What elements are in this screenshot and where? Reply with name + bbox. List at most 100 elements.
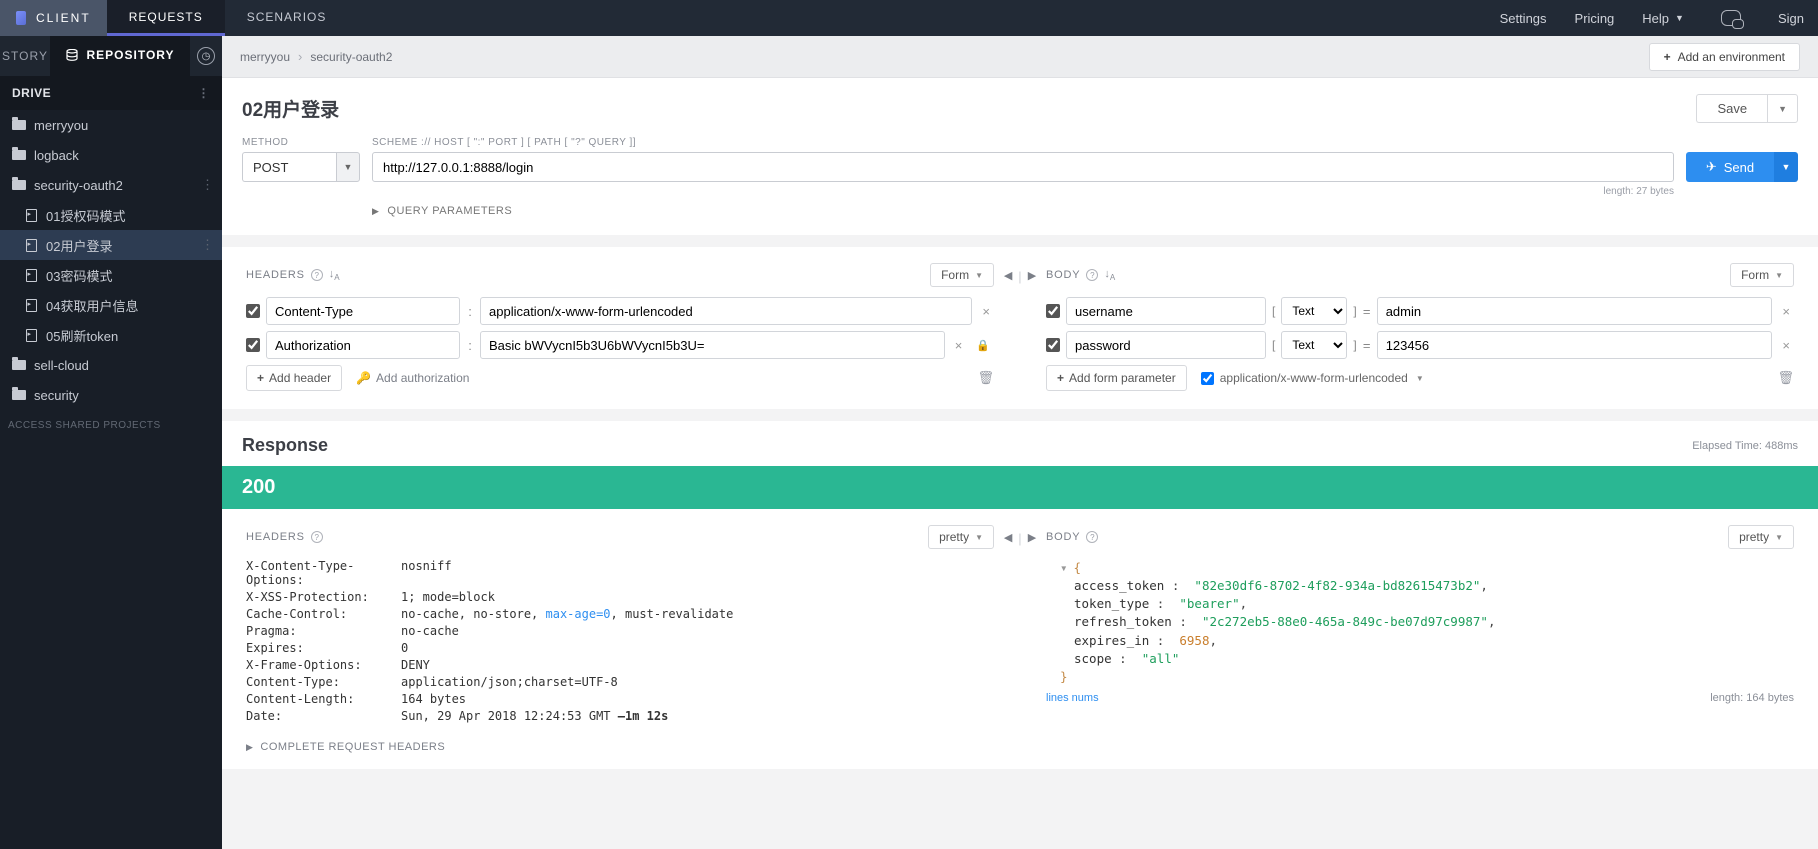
remove-button[interactable]: × [1778,304,1794,319]
bracket-label: [ [1272,338,1275,352]
body-mime-toggle[interactable]: application/x-www-form-urlencoded▼ [1201,371,1424,385]
tab-scenarios[interactable]: SCENARIOS [225,0,349,36]
sidebar-action-button[interactable]: ◷ [190,36,222,76]
sidebar-item-01[interactable]: 01授权码模式 [0,200,222,230]
help-icon[interactable]: ? [311,269,323,281]
body-type-select[interactable]: Text [1281,331,1347,359]
body-value-input[interactable] [1377,297,1773,325]
send-button[interactable]: ✈ Send [1686,152,1774,182]
response-body-title: BODY [1046,531,1080,543]
query-parameters-toggle[interactable]: ▶ QUERY PARAMETERS [372,205,1798,217]
sidebar-item-04[interactable]: 04获取用户信息 [0,290,222,320]
sidebar-tab-repository[interactable]: REPOSITORY [50,36,190,76]
header-key-input[interactable] [266,331,460,359]
content-area: merryyou › security-oauth2 + Add an envi… [222,36,1818,849]
sidebar: STORY REPOSITORY ◷ DRIVE ⋮ merryyou [0,36,222,849]
body-value-input[interactable] [1377,331,1773,359]
add-authorization-link[interactable]: 🔑Add authorization [356,371,469,385]
sort-button[interactable]: ↓A [1104,268,1115,282]
drive-menu-button[interactable]: ⋮ [198,86,211,100]
sidebar-item-merryyou[interactable]: merryyou [0,110,222,140]
tab-requests[interactable]: REQUESTS [107,0,225,36]
body-key-input[interactable] [1066,331,1266,359]
collapse-icon[interactable]: ▾ [1060,560,1068,575]
body-mode-select[interactable]: Form▼ [1730,263,1794,287]
status-bar: 200 [222,466,1818,509]
sign-link[interactable]: Sign [1764,11,1818,26]
circle-icon: ◷ [197,47,215,65]
tree-label: 03密码模式 [46,266,112,285]
header-enabled-checkbox[interactable] [246,338,260,352]
body-enabled-checkbox[interactable] [1046,304,1060,318]
header-enabled-checkbox[interactable] [246,304,260,318]
header-value-input[interactable] [480,297,972,325]
chat-icon-button[interactable] [1707,10,1755,26]
sort-button[interactable]: ↓A [329,268,340,282]
sidebar-item-logback[interactable]: logback [0,140,222,170]
save-button-group: Save ▼ [1696,94,1798,123]
sidebar-item-sell-cloud[interactable]: sell-cloud [0,350,222,380]
collapse-left-button[interactable]: ◀ [1004,269,1012,282]
pane-resize: ◀ | ▶ [998,525,1042,753]
breadcrumb-project[interactable]: merryyou [240,50,290,64]
help-icon[interactable]: ? [311,531,323,543]
header-value-input[interactable] [480,331,945,359]
help-link[interactable]: Help▼ [1628,11,1698,26]
lines-nums-link[interactable]: lines nums [1046,692,1099,704]
folder-icon [10,150,28,160]
mime-checkbox[interactable] [1201,372,1214,385]
access-shared-link[interactable]: ACCESS SHARED PROJECTS [0,410,222,441]
save-button[interactable]: Save [1696,94,1767,123]
response-body-mode-select[interactable]: pretty▼ [1728,525,1794,549]
body-key-input[interactable] [1066,297,1266,325]
key-icon: 🔑 [356,371,371,385]
file-icon [22,329,40,342]
collapse-right-button[interactable]: ▶ [1028,531,1036,544]
top-tabs: REQUESTS SCENARIOS [107,0,349,36]
item-menu-button[interactable]: ⋮ [201,237,214,253]
body-enabled-checkbox[interactable] [1046,338,1060,352]
chevron-down-icon: ▼ [975,533,983,542]
add-environment-button[interactable]: + Add an environment [1649,43,1800,71]
body-type-select[interactable]: Text [1281,297,1347,325]
body-length-label: length: 164 bytes [1710,692,1794,704]
sidebar-item-security[interactable]: security [0,380,222,410]
collapse-right-button[interactable]: ▶ [1028,269,1036,282]
sidebar-item-02[interactable]: 02用户登录 ⋮ [0,230,222,260]
sidebar-item-05[interactable]: 05刷新token [0,320,222,350]
tree-label: 01授权码模式 [46,206,125,225]
send-dropdown-button[interactable]: ▼ [1774,152,1798,182]
headers-title: HEADERS [246,269,305,281]
help-icon[interactable]: ? [1086,269,1098,281]
method-select[interactable]: POST ▼ [242,152,360,182]
header-key-input[interactable] [266,297,460,325]
bracket-label: ] [1353,338,1356,352]
tree-label: 02用户登录 [46,236,112,255]
sidebar-item-security-oauth2[interactable]: security-oauth2 ⋮ [0,170,222,200]
remove-button[interactable]: × [1778,338,1794,353]
plus-icon: + [1057,371,1064,385]
chevron-right-icon: › [298,49,302,64]
save-dropdown-button[interactable]: ▼ [1767,94,1798,123]
pricing-link[interactable]: Pricing [1561,11,1629,26]
collapse-left-button[interactable]: ◀ [1004,531,1012,544]
trash-button[interactable]: 🗑 [977,370,994,386]
breadcrumb-folder[interactable]: security-oauth2 [310,50,392,64]
help-icon[interactable]: ? [1086,531,1098,543]
add-header-button[interactable]: +Add header [246,365,342,391]
remove-button[interactable]: × [978,304,994,319]
sidebar-tab-history[interactable]: STORY [0,36,50,76]
tree-label: security [34,388,79,403]
headers-mode-select[interactable]: Form▼ [930,263,994,287]
item-menu-button[interactable]: ⋮ [201,177,214,193]
sidebar-item-03[interactable]: 03密码模式 [0,260,222,290]
trash-button[interactable]: 🗑 [1777,370,1794,386]
body-row: [ Text ] = × [1046,331,1794,359]
url-input[interactable] [372,152,1674,182]
response-headers-mode-select[interactable]: pretty▼ [928,525,994,549]
complete-request-headers-toggle[interactable]: ▶ COMPLETE REQUEST HEADERS [246,741,994,753]
remove-button[interactable]: × [951,338,967,353]
settings-link[interactable]: Settings [1486,11,1561,26]
add-form-parameter-button[interactable]: +Add form parameter [1046,365,1187,391]
chat-icon [1721,10,1741,26]
